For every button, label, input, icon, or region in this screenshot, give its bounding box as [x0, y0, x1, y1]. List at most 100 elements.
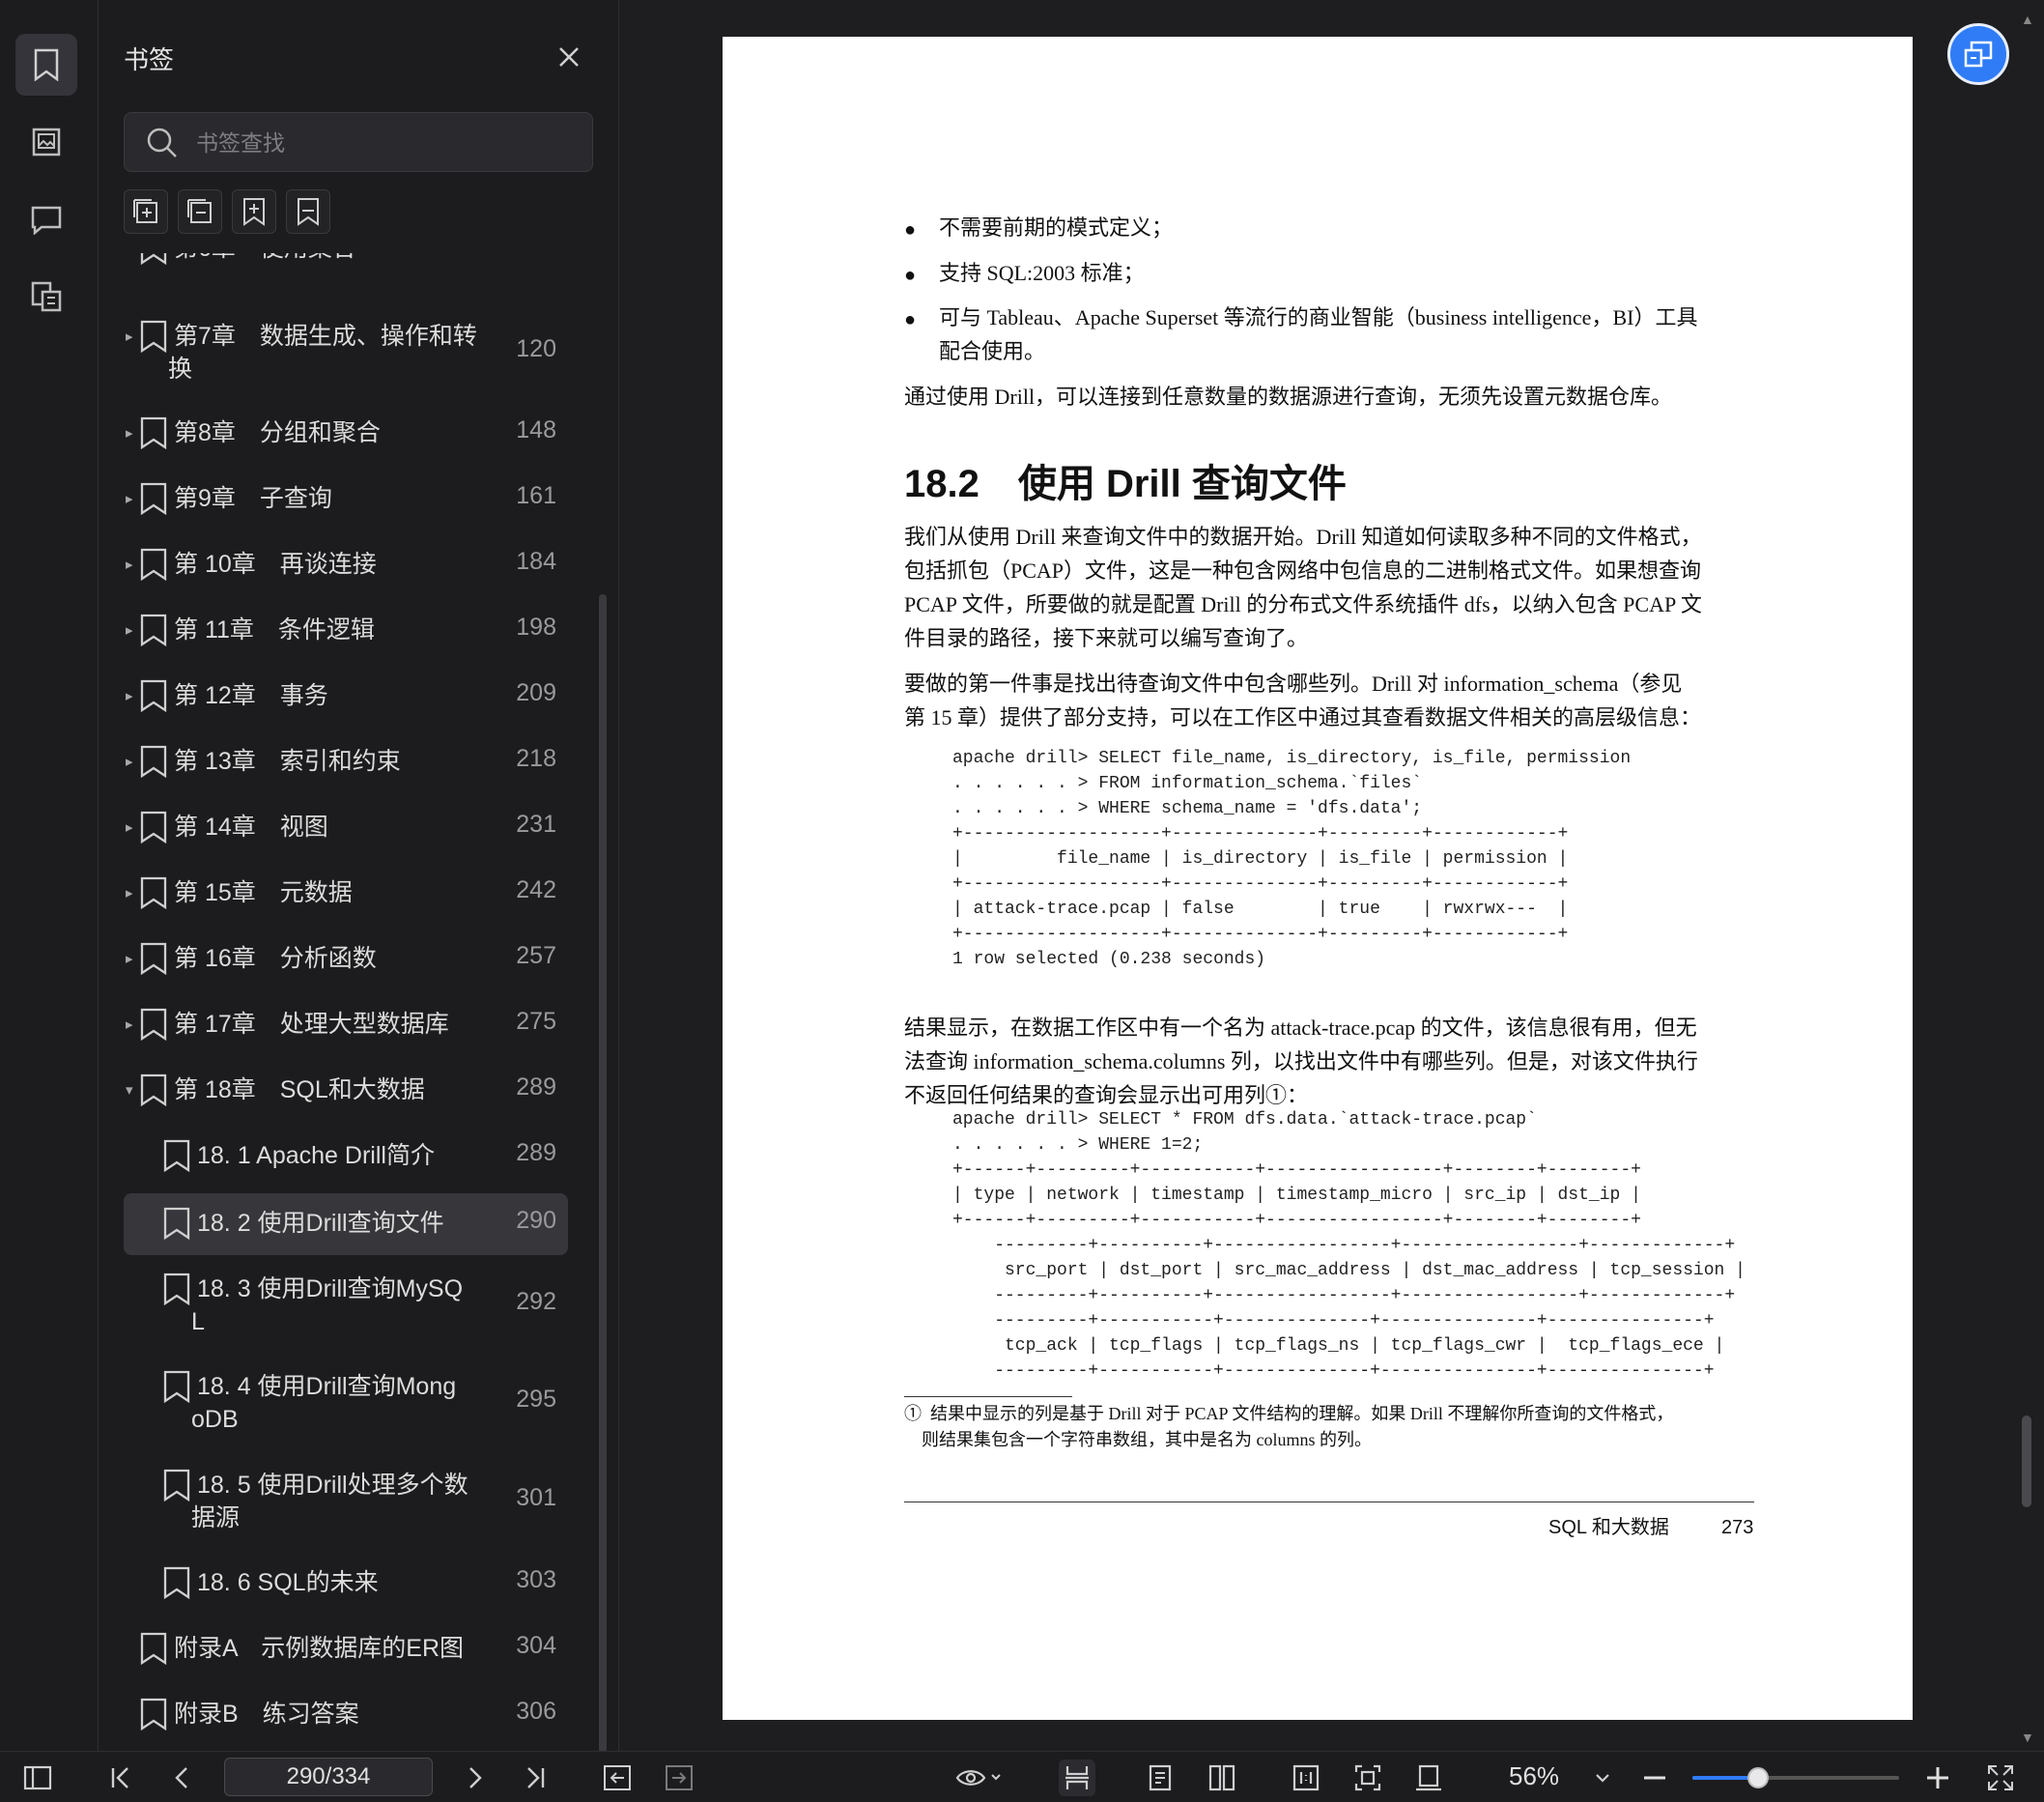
bookmark-page: 231: [516, 811, 556, 838]
bookmark-item[interactable]: ▸ 第 16章 分析函数 257: [124, 938, 568, 987]
bookmark-subitem[interactable]: 18. 4 使用Drill查询Mong oDB 295: [124, 1366, 568, 1444]
bookmark-label: 18. 6 SQL的未来: [197, 1569, 379, 1596]
expand-arrow-icon[interactable]: ▸: [126, 950, 133, 967]
expand-arrow-icon[interactable]: ▸: [126, 818, 133, 836]
footnote-line: 则结果集包含一个字符串数组，其中是名为 columns 的列。: [904, 1430, 1372, 1449]
zoom-out-button[interactable]: [1636, 1759, 1673, 1796]
last-page-icon: [527, 1767, 545, 1788]
bullet-item: 可与 Tableau、Apache Superset 等流行的商业智能（busi…: [939, 305, 1698, 329]
scroll-up-arrow-icon[interactable]: ▲: [2021, 12, 2034, 27]
page-number-input[interactable]: 290/334: [224, 1758, 433, 1796]
bookmark-item[interactable]: ▸ 第 17章 处理大型数据库 275: [124, 1004, 568, 1052]
bookmark-item[interactable]: ▸ 第 13章 索引和约束 218: [124, 741, 568, 789]
bookmark-label: 第 14章 视图: [174, 814, 328, 841]
continuous-scroll-button[interactable]: [1059, 1759, 1095, 1796]
zoom-slider[interactable]: [1692, 1767, 1899, 1788]
expand-arrow-icon[interactable]: ▸: [126, 328, 133, 345]
expand-arrow-icon[interactable]: ▸: [126, 753, 133, 770]
collapse-all-icon: [187, 199, 212, 223]
expand-arrow-icon[interactable]: ▸: [126, 424, 133, 442]
first-page-icon: [111, 1767, 128, 1788]
bookmark-icon: [140, 320, 167, 353]
bookmark-page: 275: [516, 1008, 556, 1035]
bookmark-item[interactable]: ▸ 第9章 子查询 161: [124, 478, 568, 527]
document-page: ● 不需要前期的模式定义； ● 支持 SQL:2003 标准； ● 可与 Tab…: [723, 37, 1913, 1720]
expand-arrow-icon[interactable]: ▸: [126, 621, 133, 639]
bookmark-subitem[interactable]: 18. 5 使用Drill处理多个数 据源 301: [124, 1465, 568, 1542]
actual-size-button[interactable]: [1288, 1759, 1324, 1796]
bookmark-item[interactable]: ▾ 第 18章 SQL和大数据 289: [124, 1070, 568, 1118]
bookmark-item[interactable]: ▸ 第 10章 再谈连接 184: [124, 544, 568, 592]
expand-arrow-icon[interactable]: ▸: [126, 884, 133, 901]
next-page-button[interactable]: [456, 1759, 493, 1796]
expand-arrow-icon[interactable]: ▸: [126, 490, 133, 507]
code-line: ---------+-----------+--------------+---…: [952, 1311, 1715, 1330]
previous-page-button[interactable]: [164, 1759, 201, 1796]
go-forward-button[interactable]: [661, 1759, 697, 1796]
expand-arrow-icon[interactable]: ▸: [126, 253, 133, 257]
bookmark-item[interactable]: ▸ 第6章 使用集合 107: [124, 253, 568, 276]
expand-arrow-icon[interactable]: ▸: [126, 1015, 133, 1033]
bookmark-icon: [163, 1469, 190, 1502]
last-page-button[interactable]: [517, 1759, 554, 1796]
bookmark-item[interactable]: 附录A 示例数据库的ER图 304: [124, 1628, 568, 1676]
code-line: . . . . . . > WHERE schema_name = 'dfs.d…: [952, 799, 1423, 818]
scroll-down-arrow-icon[interactable]: ▼: [2021, 1730, 2034, 1745]
bookmark-label: 第 15章 元数据: [174, 879, 353, 906]
bookmark-label: 18. 1 Apache Drill简介: [197, 1142, 435, 1169]
first-page-button[interactable]: [102, 1759, 139, 1796]
bookmark-button[interactable]: [286, 189, 330, 234]
bookmarks-tab-icon[interactable]: [15, 34, 77, 96]
collapse-arrow-icon[interactable]: ▾: [126, 1081, 133, 1099]
close-panel-button[interactable]: [553, 41, 585, 73]
code-line: +-------------------+--------------+----…: [952, 874, 1569, 894]
bookmark-item[interactable]: ▸ 第 12章 事务 209: [124, 675, 568, 724]
paragraph-line: 我们从使用 Drill 来查询文件中的数据开始。Drill 知道如何读取多种不同…: [904, 525, 1702, 549]
document-scrollbar[interactable]: [2022, 1416, 2031, 1507]
fullscreen-button[interactable]: [1982, 1759, 2019, 1796]
bookmark-item[interactable]: 附录B 练习答案 306: [124, 1694, 568, 1742]
zoom-dropdown[interactable]: [1584, 1759, 1621, 1796]
expand-arrow-icon[interactable]: ▸: [126, 556, 133, 573]
bookmark-icon: [140, 614, 167, 646]
expand-all-button[interactable]: [124, 189, 168, 234]
code-line: +-------------------+--------------+----…: [952, 925, 1569, 944]
code-line: 1 row selected (0.238 seconds): [952, 950, 1266, 969]
bookmark-icon: [140, 548, 167, 581]
bookmark-item[interactable]: ▸ 第7章 数据生成、操作和转 换 120: [124, 316, 568, 393]
extract-page-tab-icon[interactable]: [15, 266, 77, 328]
comments-tab-icon[interactable]: [15, 188, 77, 250]
zoom-in-button[interactable]: [1919, 1759, 1956, 1796]
expand-arrow-icon[interactable]: ▸: [126, 687, 133, 704]
bookmark-icon: [163, 1370, 190, 1403]
bookmark-item[interactable]: ▸ 第8章 分组和聚合 148: [124, 413, 568, 461]
bookmark-item[interactable]: ▸ 第 11章 条件逻辑 198: [124, 610, 568, 658]
bookmark-item[interactable]: ▸ 第 14章 视图 231: [124, 807, 568, 855]
bookmark-label-wrap: 据源: [191, 1504, 241, 1531]
double-page-icon: [1208, 1764, 1235, 1791]
bookmark-page: 304: [516, 1632, 556, 1659]
bookmark-item[interactable]: ▸ 第 15章 元数据 242: [124, 872, 568, 921]
bookmark-label: 第7章 数据生成、操作和转: [174, 323, 477, 350]
zoom-level[interactable]: 56%: [1509, 1761, 1559, 1791]
bookmark-subitem[interactable]: 18. 3 使用Drill查询MySQ L 292: [124, 1269, 568, 1346]
bookmark-subitem-selected[interactable]: 18. 2 使用Drill查询文件 290: [124, 1193, 568, 1255]
thumbnails-tab-icon[interactable]: [15, 111, 77, 173]
view-mode-dropdown[interactable]: [951, 1759, 1008, 1796]
double-page-button[interactable]: [1204, 1759, 1240, 1796]
bookmark-subitem[interactable]: 18. 6 SQL的未来 303: [124, 1562, 568, 1611]
fit-page-button[interactable]: [1349, 1759, 1386, 1796]
fit-width-button[interactable]: [1410, 1759, 1447, 1796]
collapse-all-button[interactable]: [178, 189, 222, 234]
single-page-button[interactable]: [1142, 1759, 1178, 1796]
bookmark-icon: [298, 198, 319, 226]
zoom-slider-knob[interactable]: [1747, 1767, 1770, 1788]
bookmark-scrollbar[interactable]: [599, 594, 607, 1754]
bookmark-subitem[interactable]: 18. 1 Apache Drill简介 289: [124, 1135, 568, 1184]
floating-action-button[interactable]: [1947, 23, 2009, 85]
toggle-sidebar-button[interactable]: [19, 1759, 56, 1796]
bookmark-label: 18. 5 使用Drill处理多个数: [197, 1472, 468, 1499]
add-bookmark-button[interactable]: [232, 189, 276, 234]
go-back-button[interactable]: [599, 1759, 636, 1796]
bookmark-search-input[interactable]: [194, 123, 584, 163]
